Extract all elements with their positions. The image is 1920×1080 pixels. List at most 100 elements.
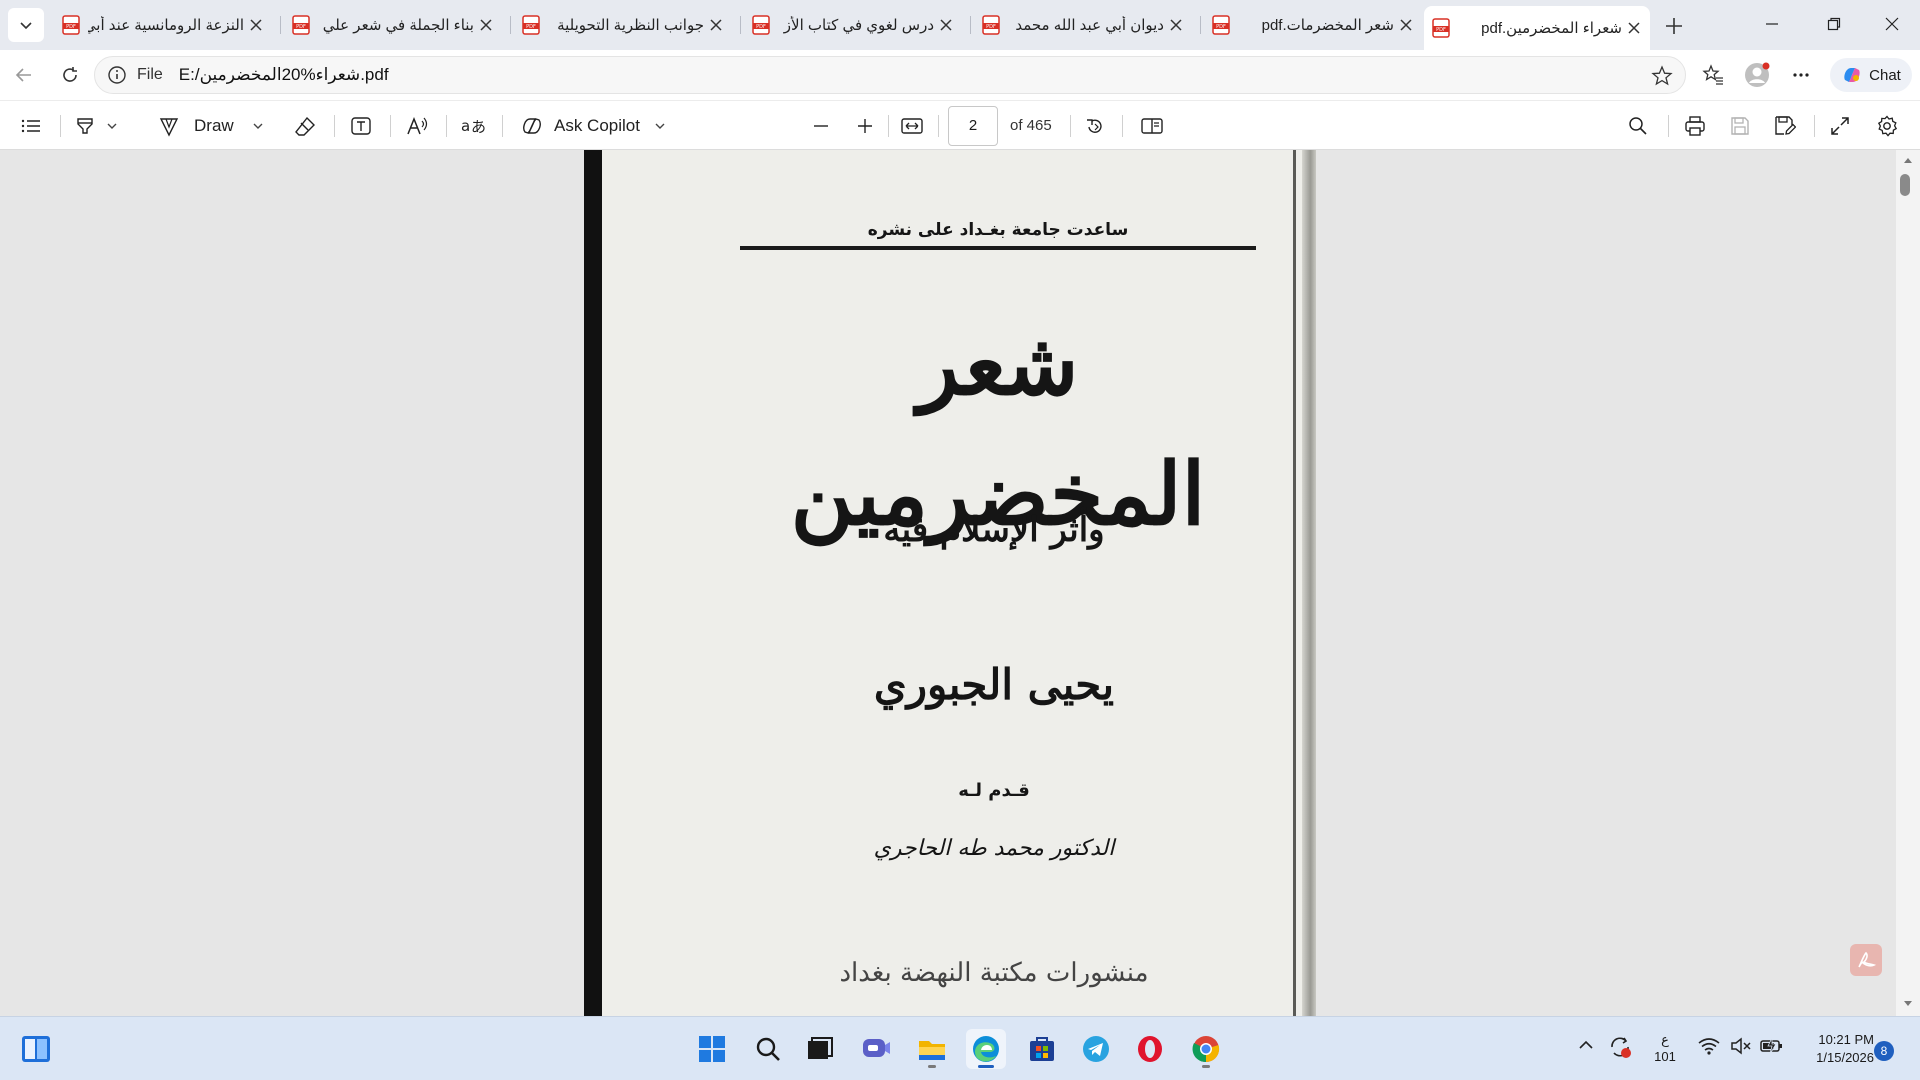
close-tab-icon[interactable]	[1626, 20, 1642, 36]
wifi-icon	[1698, 1038, 1720, 1055]
notification-badge[interactable]: 8	[1874, 1041, 1894, 1061]
toolbar-divider	[888, 115, 889, 137]
close-tab-icon[interactable]	[1168, 17, 1184, 33]
pdf-file-icon: PDF	[522, 15, 540, 35]
file-explorer-button[interactable]	[912, 1029, 952, 1069]
eraser-icon	[295, 116, 315, 136]
close-tab-icon[interactable]	[938, 17, 954, 33]
teams-button[interactable]	[856, 1029, 896, 1069]
favorites-button[interactable]	[1697, 59, 1729, 91]
fullscreen-button[interactable]	[1830, 111, 1850, 141]
widgets-button[interactable]	[16, 1029, 56, 1069]
chevron-down-icon[interactable]	[654, 120, 666, 132]
ask-copilot-button[interactable]: Ask Copilot	[520, 111, 666, 141]
highlight-button[interactable]	[74, 111, 118, 141]
close-tab-icon[interactable]	[1398, 17, 1414, 33]
close-tab-icon[interactable]	[478, 17, 494, 33]
favorites-icon	[1702, 64, 1723, 85]
tab-title: ديوان أبي عبد الله محمد	[1015, 17, 1164, 34]
opera-button[interactable]	[1130, 1029, 1170, 1069]
pdf-page: ساعدت جامعة بغـداد على نشره شعر المخضرمي…	[584, 150, 1316, 1016]
minimize-button[interactable]	[1744, 0, 1800, 48]
speaker-muted-icon	[1731, 1037, 1751, 1055]
search-icon	[756, 1037, 780, 1061]
tab-6[interactable]: PDF شعر المخضرمات.pdf	[1204, 6, 1422, 44]
more-horizontal-icon	[1793, 73, 1809, 77]
tab-4[interactable]: PDF درس لغوي في كتاب الأز	[744, 6, 962, 44]
page-number-input[interactable]: 2	[948, 106, 998, 146]
tab-actions-menu[interactable]	[8, 8, 44, 42]
copilot-chat-button[interactable]: Chat	[1830, 58, 1912, 92]
scrollbar-thumb[interactable]	[1900, 174, 1910, 196]
scheme-label: File	[137, 66, 163, 83]
sync-status-button[interactable]	[1608, 1035, 1632, 1059]
scroll-up-arrow-icon[interactable]	[1903, 156, 1913, 164]
rotate-button[interactable]	[1084, 111, 1106, 141]
svg-text:PDF: PDF	[986, 24, 996, 30]
find-button[interactable]	[1628, 111, 1648, 141]
chevron-down-icon[interactable]	[106, 120, 118, 132]
tab-title: درس لغوي في كتاب الأز	[783, 17, 934, 34]
save-as-button[interactable]	[1774, 111, 1796, 141]
print-button[interactable]	[1684, 111, 1706, 141]
back-button[interactable]	[8, 59, 40, 91]
add-text-button[interactable]	[350, 111, 372, 141]
plus-icon	[858, 119, 872, 133]
url-text[interactable]: E:/شعراء%20المخضرمين.pdf	[179, 65, 389, 85]
profile-button[interactable]	[1741, 59, 1773, 91]
battery-charging-icon	[1760, 1037, 1782, 1055]
contents-button[interactable]	[20, 111, 42, 141]
show-hidden-icons-button[interactable]	[1578, 1037, 1594, 1053]
more-options-button[interactable]	[1785, 59, 1817, 91]
save-button[interactable]	[1730, 111, 1750, 141]
refresh-button[interactable]	[54, 59, 86, 91]
tab-1[interactable]: PDF النزعة الرومانسية عند أبي	[54, 6, 272, 44]
input-language-indicator[interactable]: ع 101	[1650, 1031, 1680, 1065]
close-tab-icon[interactable]	[708, 17, 724, 33]
store-button[interactable]	[1022, 1029, 1062, 1069]
restore-button[interactable]	[1806, 0, 1862, 48]
chevron-down-icon[interactable]	[252, 120, 264, 132]
info-icon[interactable]	[107, 65, 127, 85]
tab-7-active[interactable]: PDF شعراء المخضرمين.pdf	[1424, 6, 1650, 50]
tab-5[interactable]: PDF ديوان أبي عبد الله محمد	[974, 6, 1192, 44]
page-view-button[interactable]	[1140, 111, 1164, 141]
battery-status[interactable]	[1760, 1037, 1784, 1055]
edge-button[interactable]	[966, 1029, 1006, 1069]
settings-button[interactable]	[1876, 111, 1898, 141]
arrow-left-icon	[15, 68, 31, 82]
volume-status[interactable]	[1730, 1037, 1752, 1055]
task-view-button[interactable]	[800, 1029, 840, 1069]
chrome-icon	[1192, 1036, 1220, 1063]
fit-to-width-button[interactable]	[900, 111, 924, 141]
taskbar-search-button[interactable]	[748, 1029, 788, 1069]
system-clock[interactable]: 10:21 PM 1/15/2026	[1790, 1031, 1874, 1067]
running-indicator	[1202, 1065, 1210, 1068]
favorite-star-icon[interactable]	[1651, 65, 1673, 87]
vertical-scrollbar[interactable]	[1896, 150, 1920, 1016]
telegram-button[interactable]	[1076, 1029, 1116, 1069]
zoom-in-button[interactable]	[856, 111, 874, 141]
toolbar-divider	[60, 115, 61, 137]
start-button[interactable]	[692, 1029, 732, 1069]
tab-3[interactable]: PDF جوانب النظرية التحويلية	[514, 6, 732, 44]
rotate-icon	[1087, 119, 1102, 133]
language-script: ع	[1661, 1032, 1669, 1047]
adobe-acrobat-button[interactable]	[1850, 944, 1882, 976]
close-tab-icon[interactable]	[248, 17, 264, 33]
restore-icon	[1827, 17, 1841, 31]
tab-2[interactable]: PDF بناء الجملة في شعر علي	[284, 6, 502, 44]
erase-button[interactable]	[294, 111, 316, 141]
chrome-button[interactable]	[1186, 1029, 1226, 1069]
draw-button[interactable]: Draw	[158, 111, 264, 141]
new-tab-button[interactable]	[1660, 12, 1688, 40]
scroll-down-arrow-icon[interactable]	[1903, 1000, 1913, 1008]
address-bar[interactable]: File E:/شعراء%20المخضرمين.pdf	[94, 56, 1686, 94]
read-aloud-button[interactable]	[406, 111, 430, 141]
zoom-out-button[interactable]	[812, 111, 830, 141]
translate-button[interactable]: aあ	[460, 111, 486, 141]
tab-divider	[280, 16, 281, 34]
wifi-status[interactable]	[1698, 1037, 1720, 1055]
tab-strip: PDF النزعة الرومانسية عند أبي PDF بناء ا…	[0, 0, 1920, 50]
close-window-button[interactable]	[1864, 0, 1920, 48]
